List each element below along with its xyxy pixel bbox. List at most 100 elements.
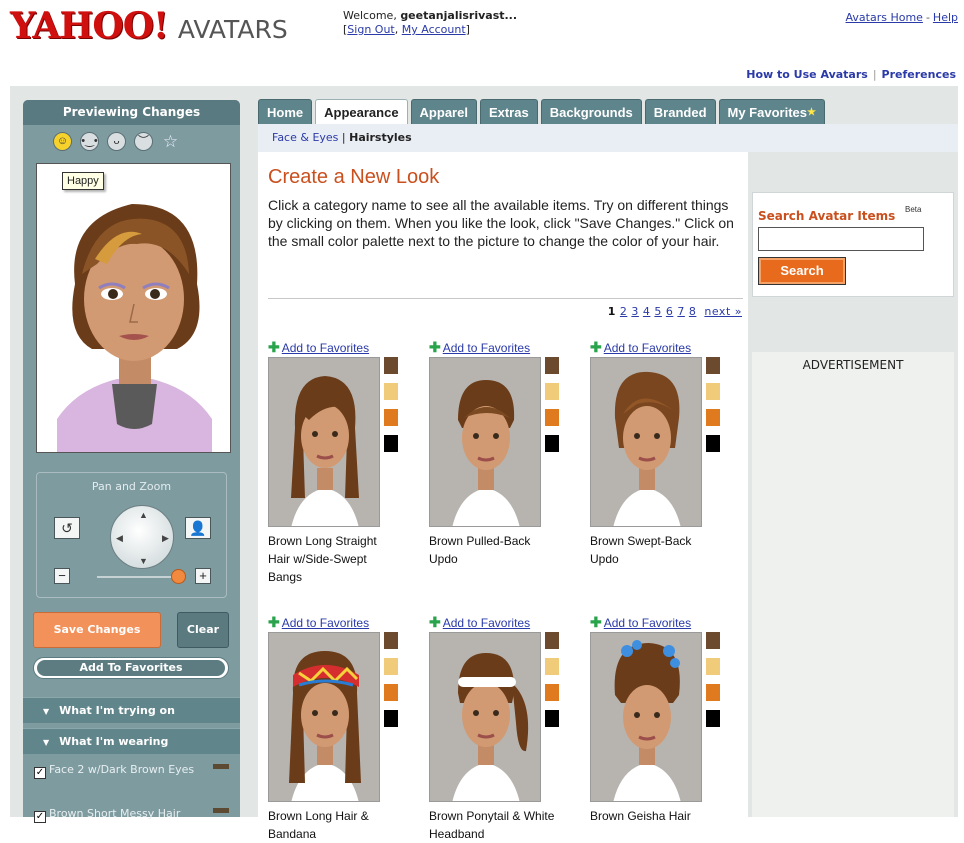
subtab-face-eyes[interactable]: Face & Eyes (272, 131, 338, 144)
swatch-dark-brown[interactable] (545, 632, 559, 649)
hairstyle-name[interactable]: Brown Swept-Back Updo (590, 532, 720, 568)
page-link[interactable]: 7 (677, 305, 685, 318)
my-account-link[interactable]: My Account (402, 23, 466, 36)
hairstyle-thumbnail[interactable] (268, 632, 380, 802)
arrow-left-icon[interactable]: ◀ (116, 533, 123, 544)
avatars-home-link[interactable]: Avatars Home (846, 11, 923, 24)
hairstyle-thumbnail[interactable] (429, 632, 541, 802)
add-to-favorites-link[interactable]: ✚ Add to Favorites (590, 340, 730, 355)
happy-face-icon[interactable]: ☺ (53, 132, 72, 151)
star-icon[interactable]: ☆ (161, 132, 180, 151)
swatch-black[interactable] (384, 435, 398, 452)
swatch-blonde[interactable] (545, 658, 559, 675)
arrow-down-icon[interactable]: ▼ (139, 556, 148, 566)
swatch-blonde[interactable] (384, 658, 398, 675)
add-to-favorites-text[interactable]: Add to Favorites (282, 616, 369, 630)
tab-extras[interactable]: Extras (479, 99, 538, 124)
hairstyle-thumbnail[interactable] (590, 632, 702, 802)
open-mouth-face-icon[interactable]: ᴗ (107, 132, 126, 151)
help-link[interactable]: Help (933, 11, 958, 24)
sign-out-link[interactable]: Sign Out (347, 23, 394, 36)
swatch-dark-brown[interactable] (545, 357, 559, 374)
arrow-up-icon[interactable]: ▲ (139, 510, 148, 520)
next-page-link[interactable]: next » (704, 305, 742, 318)
swatch-black[interactable] (545, 435, 559, 452)
trying-on-section[interactable]: ▼ What I'm trying on (23, 697, 240, 723)
tab-backgrounds[interactable]: Backgrounds (540, 99, 642, 124)
add-to-favorites-text[interactable]: Add to Favorites (604, 616, 691, 630)
add-to-favorites-link[interactable]: ✚ Add to Favorites (429, 615, 569, 630)
undo-icon[interactable]: ↺ (54, 517, 80, 539)
zoom-slider-knob[interactable] (171, 569, 186, 584)
hairstyle-thumbnail[interactable] (590, 357, 702, 527)
add-to-favorites-link[interactable]: ✚ Add to Favorites (268, 615, 408, 630)
swatch-blonde[interactable] (706, 383, 720, 400)
hairstyle-name[interactable]: Brown Ponytail & White Headband (429, 807, 559, 843)
hairstyle-thumbnail[interactable] (429, 357, 541, 527)
swatch-auburn[interactable] (545, 684, 559, 701)
swatch-dark-brown[interactable] (384, 357, 398, 374)
hairstyle-name[interactable]: Brown Pulled-Back Updo (429, 532, 559, 568)
checkbox-checked-icon[interactable]: ✓ (34, 811, 46, 823)
swatch-blonde[interactable] (545, 383, 559, 400)
save-changes-button[interactable]: Save Changes (33, 612, 161, 648)
swatch-auburn[interactable] (384, 684, 398, 701)
zoom-in-icon[interactable]: + (195, 568, 211, 584)
add-to-favorites-link[interactable]: ✚ Add to Favorites (268, 340, 408, 355)
add-to-favorites-text[interactable]: Add to Favorites (282, 341, 369, 355)
page-link[interactable]: 4 (643, 305, 651, 318)
hairstyle-name[interactable]: Brown Long Straight Hair w/Side-Swept Ba… (268, 532, 398, 586)
color-swatch[interactable] (213, 808, 229, 813)
add-to-favorites-link[interactable]: ✚ Add to Favorites (429, 340, 569, 355)
tab-apparel[interactable]: Apparel (410, 99, 477, 124)
page-link[interactable]: 2 (620, 305, 628, 318)
swatch-auburn[interactable] (706, 684, 720, 701)
arrow-right-icon[interactable]: ▶ (162, 533, 169, 544)
hairstyle-name[interactable]: Brown Long Hair & Bandana (268, 807, 398, 843)
page-link[interactable]: 6 (666, 305, 674, 318)
search-input[interactable] (758, 227, 924, 251)
direction-pad[interactable]: ▲ ▼ ◀ ▶ (110, 505, 174, 569)
checkbox-checked-icon[interactable]: ✓ (34, 767, 46, 779)
yahoo-avatars-logo[interactable]: YAHOO! AVATARS (10, 6, 288, 46)
swatch-auburn[interactable] (545, 409, 559, 426)
swatch-blonde[interactable] (706, 658, 720, 675)
swatch-auburn[interactable] (384, 409, 398, 426)
add-to-favorites-text[interactable]: Add to Favorites (604, 341, 691, 355)
color-swatch[interactable] (213, 764, 229, 769)
add-to-favorites-link[interactable]: ✚ Add to Favorites (590, 615, 730, 630)
swatch-blonde[interactable] (384, 383, 398, 400)
user-icon[interactable]: 👤 (185, 517, 211, 539)
zoom-slider-track[interactable] (97, 576, 177, 578)
wearing-item[interactable]: ✓ Brown Short Messy Hair (34, 805, 234, 823)
tab-branded[interactable]: Branded (644, 99, 716, 124)
add-to-favorites-text[interactable]: Add to Favorites (443, 341, 530, 355)
swatch-auburn[interactable] (706, 409, 720, 426)
hairstyle-name[interactable]: Brown Geisha Hair (590, 807, 720, 825)
page-link[interactable]: 3 (631, 305, 639, 318)
search-button[interactable]: Search (758, 257, 846, 285)
swatch-black[interactable] (706, 710, 720, 727)
wearing-item[interactable]: ✓ Face 2 w/Dark Brown Eyes (34, 761, 234, 779)
swatch-black[interactable] (706, 435, 720, 452)
zoom-out-icon[interactable]: − (54, 568, 70, 584)
hairstyle-thumbnail[interactable] (268, 357, 380, 527)
page-link[interactable]: 8 (689, 305, 697, 318)
tab-home[interactable]: Home (258, 99, 313, 124)
wearing-section[interactable]: ▼ What I'm wearing (23, 728, 240, 754)
clear-button[interactable]: Clear (177, 612, 229, 648)
add-to-favorites-text[interactable]: Add to Favorites (443, 616, 530, 630)
swatch-dark-brown[interactable] (706, 357, 720, 374)
swatch-dark-brown[interactable] (706, 632, 720, 649)
preferences-link[interactable]: Preferences (882, 68, 956, 81)
swatch-black[interactable] (384, 710, 398, 727)
frown-face-icon[interactable]: ︶ (134, 132, 153, 151)
subtab-hairstyles[interactable]: Hairstyles (349, 131, 412, 144)
how-to-use-link[interactable]: How to Use Avatars (746, 68, 868, 81)
tab-appearance[interactable]: Appearance (315, 99, 408, 126)
add-to-favorites-button[interactable]: Add To Favorites (33, 657, 229, 679)
tab-my-favorites[interactable]: My Favorites★ (718, 99, 825, 124)
neutral-face-icon[interactable]: •‿• (80, 132, 99, 151)
page-link[interactable]: 5 (654, 305, 662, 318)
swatch-black[interactable] (545, 710, 559, 727)
